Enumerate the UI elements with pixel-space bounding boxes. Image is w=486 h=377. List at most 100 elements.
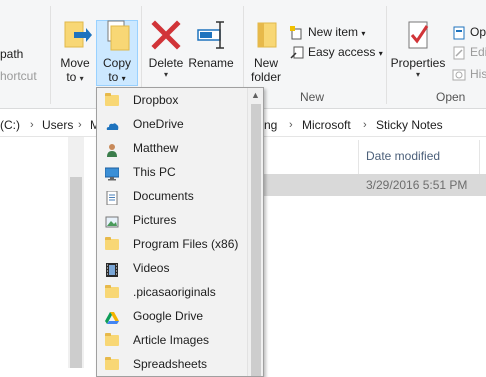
chevron-right-icon[interactable]: › (30, 114, 34, 136)
column-divider[interactable] (358, 140, 359, 174)
history-icon (452, 68, 466, 82)
copy-to-content[interactable]: Copy to ▾ (96, 18, 138, 86)
easy-access-label: Easy access (308, 45, 376, 59)
copy-to-label: Copy (102, 56, 131, 70)
menu-item-label: Spreadsheets (133, 357, 208, 371)
new-folder-label-2: folder (250, 70, 282, 84)
move-to-label-2: to ▾ (66, 70, 84, 84)
folder-icon (105, 93, 119, 107)
column-divider[interactable] (479, 140, 480, 174)
delete-button[interactable]: Delete ▾ (146, 18, 186, 80)
copy-to-icon (100, 18, 134, 52)
new-item-button[interactable]: New item ▾ (290, 22, 365, 42)
easy-access-button[interactable]: Easy access ▾ (290, 42, 383, 62)
paste-shortcut-button[interactable]: hortcut (0, 66, 37, 86)
menu-item-label: Videos (133, 261, 170, 275)
group-label-open: Open (436, 90, 466, 104)
copy-path-label: path (0, 47, 24, 61)
menu-item-this-pc[interactable]: This PC (97, 160, 247, 184)
edit-button[interactable]: Edi (452, 42, 486, 62)
new-folder-label: New (253, 56, 278, 70)
menu-item-label: Matthew (133, 141, 179, 155)
navigation-pane[interactable] (0, 137, 68, 368)
menu-item-label: .picasaoriginals (133, 285, 216, 299)
chevron-right-icon[interactable]: › (289, 114, 293, 136)
copy-to-label-2: to ▾ (108, 70, 126, 84)
edit-icon (452, 46, 466, 60)
copy-to-menu: Dropbox OneDrive Matthew This PC Documen (96, 87, 264, 377)
onedrive-icon (105, 117, 119, 131)
folder-icon (105, 333, 119, 347)
pc-icon (104, 165, 120, 181)
rename-icon (194, 18, 228, 52)
edit-label: Edi (470, 45, 486, 59)
breadcrumb-users[interactable]: Users (42, 114, 73, 136)
open-button[interactable]: Op (452, 22, 486, 42)
chevron-right-icon[interactable]: › (363, 114, 367, 136)
menu-item-picasaoriginals[interactable]: .picasaoriginals (97, 280, 247, 304)
menu-item-pictures[interactable]: Pictures (97, 208, 247, 232)
menu-item-label: Google Drive (133, 309, 204, 323)
group-separator (386, 6, 387, 104)
easy-access-icon (290, 46, 304, 60)
menu-item-program-files-x86[interactable]: Program Files (x86) (97, 232, 247, 256)
new-folder-button[interactable]: New folder (246, 18, 286, 84)
copy-to-menu-list: Dropbox OneDrive Matthew This PC Documen (97, 88, 247, 376)
menu-item-spreadsheets[interactable]: Spreadsheets (97, 352, 247, 376)
breadcrumb-sticky-notes[interactable]: Sticky Notes (376, 114, 443, 136)
chevron-right-icon[interactable]: › (78, 114, 82, 136)
documents-icon (105, 189, 119, 206)
properties-label: Properties (390, 56, 446, 70)
history-label: Hist (470, 67, 486, 81)
menu-item-dropbox[interactable]: Dropbox (97, 88, 247, 112)
breadcrumb-local-partial[interactable]: ng (264, 114, 277, 136)
history-button[interactable]: Hist (452, 64, 486, 84)
menu-item-label: Documents (133, 189, 194, 203)
scrollbar-thumb[interactable] (70, 177, 82, 368)
new-item-label: New item (308, 25, 359, 39)
menu-item-label: Program Files (x86) (133, 237, 239, 251)
properties-icon (401, 18, 435, 52)
videos-icon (105, 261, 119, 277)
row-date-modified: 3/29/2016 5:51 PM (366, 178, 468, 192)
rename-button[interactable]: Rename (188, 18, 234, 70)
move-to-button[interactable]: Move to ▾ (56, 18, 94, 84)
delete-dropdown-icon[interactable]: ▾ (146, 70, 186, 80)
menu-item-google-drive[interactable]: Google Drive (97, 304, 247, 328)
folder-icon (105, 237, 119, 251)
move-to-icon (58, 18, 92, 52)
menu-item-label: This PC (133, 165, 176, 179)
menu-item-label: Article Images (133, 333, 210, 347)
folder-icon (105, 357, 119, 371)
open-icon (452, 26, 466, 40)
open-label: Op (470, 25, 486, 39)
move-to-label: Move (60, 56, 90, 70)
column-date-modified[interactable]: Date modified (366, 149, 440, 163)
properties-button[interactable]: Properties ▾ (390, 18, 446, 80)
group-separator (50, 6, 51, 104)
user-icon (105, 141, 119, 157)
menu-item-onedrive[interactable]: OneDrive (97, 112, 247, 136)
copy-to-menu-scrollbar[interactable]: ▲ (247, 88, 263, 376)
delete-label: Delete (148, 56, 184, 70)
breadcrumb-microsoft[interactable]: Microsoft (302, 114, 351, 136)
copy-path-button[interactable]: path (0, 44, 23, 64)
menu-item-label: OneDrive (133, 117, 184, 131)
navigation-scrollbar[interactable] (68, 137, 84, 368)
menu-item-documents[interactable]: Documents (97, 184, 247, 208)
menu-item-article-images[interactable]: Article Images (97, 328, 247, 352)
scroll-up-icon[interactable]: ▲ (251, 90, 260, 100)
pictures-icon (105, 213, 119, 228)
properties-dropdown-icon[interactable]: ▾ (390, 70, 446, 80)
new-item-icon (290, 24, 304, 40)
menu-item-label: Pictures (133, 213, 177, 227)
paste-shortcut-label: hortcut (0, 69, 37, 83)
menu-item-videos[interactable]: Videos (97, 256, 247, 280)
rename-label: Rename (188, 56, 234, 70)
scrollbar-thumb[interactable] (251, 104, 261, 376)
menu-item-matthew[interactable]: Matthew (97, 136, 247, 160)
google-drive-icon (105, 309, 119, 324)
folder-icon (105, 285, 119, 299)
breadcrumb-drive[interactable]: (C:) (0, 114, 20, 136)
menu-item-label: Dropbox (133, 93, 179, 107)
